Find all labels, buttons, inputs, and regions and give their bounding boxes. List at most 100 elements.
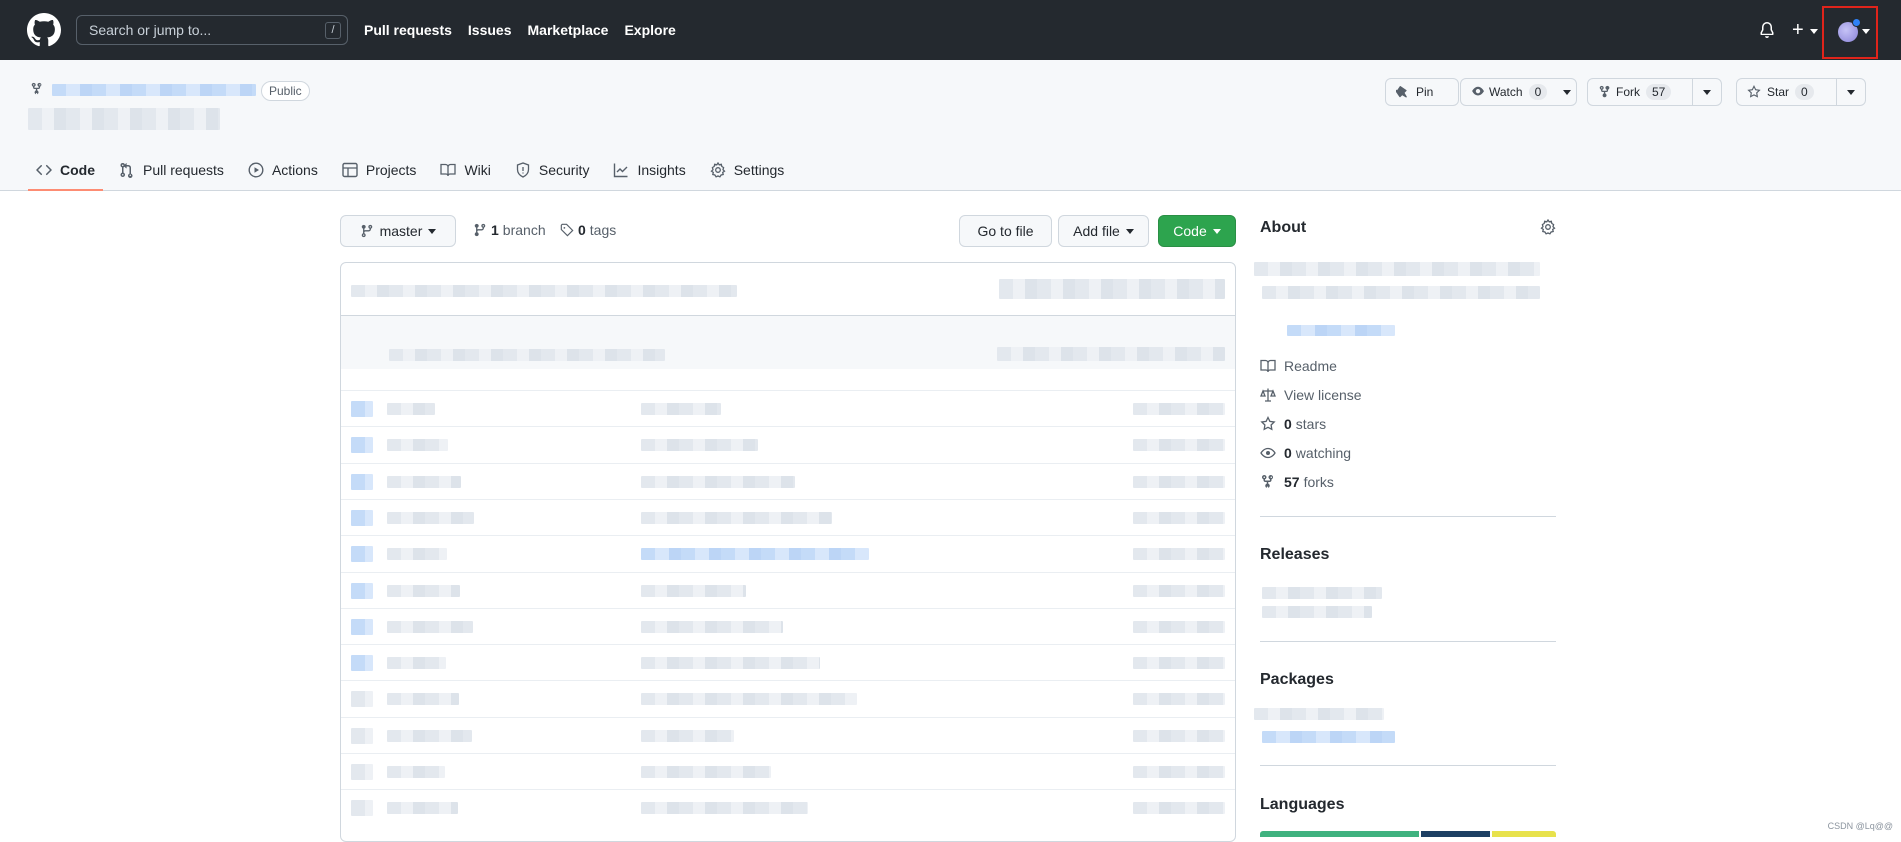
table-row[interactable]	[341, 753, 1235, 789]
commit-message-redacted	[641, 621, 783, 633]
commit-message-redacted	[641, 403, 721, 415]
languages-heading: Languages	[1260, 796, 1344, 814]
website-link-redacted[interactable]	[1287, 325, 1395, 336]
tab-insights[interactable]: Insights	[605, 150, 693, 190]
tags-count-link[interactable]: 0 tags	[560, 222, 616, 238]
readme-label: Readme	[1284, 358, 1337, 374]
go-to-file-button[interactable]: Go to file	[959, 215, 1052, 247]
code-caret-icon	[1213, 229, 1221, 234]
table-row[interactable]	[341, 572, 1235, 608]
branch-count-link[interactable]: 1 branch	[473, 222, 546, 238]
commit-meta-redacted[interactable]	[997, 347, 1225, 361]
file-name-redacted	[387, 512, 474, 524]
commit-age-redacted	[1133, 621, 1225, 633]
table-row[interactable]	[341, 390, 1235, 426]
packages-link-redacted[interactable]	[1262, 731, 1395, 743]
pin-button[interactable]: Pin	[1385, 78, 1459, 106]
branch-select-button[interactable]: master	[340, 215, 456, 247]
file-name-redacted	[387, 766, 445, 778]
tab-insights-label: Insights	[637, 162, 685, 178]
code-button[interactable]: Code	[1158, 215, 1236, 247]
tab-pull-requests[interactable]: Pull requests	[111, 150, 232, 190]
forks-count: 57	[1284, 474, 1300, 490]
forks-link[interactable]: 57 forks	[1260, 474, 1334, 490]
releases-redacted-2	[1262, 606, 1372, 618]
bell-icon[interactable]	[1759, 21, 1775, 39]
book-icon	[440, 162, 456, 178]
stars-count: 0	[1284, 416, 1292, 432]
global-nav: Pull requests Issues Marketplace Explore	[364, 0, 676, 60]
nav-marketplace[interactable]: Marketplace	[528, 22, 609, 38]
packages-redacted	[1254, 708, 1384, 720]
tab-settings[interactable]: Settings	[702, 150, 793, 190]
commit-message-redacted	[641, 730, 734, 742]
nav-explore[interactable]: Explore	[624, 22, 675, 38]
search-input[interactable]	[77, 16, 347, 44]
commit-message-redacted	[641, 766, 771, 778]
table-icon	[342, 162, 358, 178]
table-row[interactable]	[341, 463, 1235, 499]
latest-commit-redacted[interactable]	[389, 349, 665, 361]
repo-name-redacted[interactable]	[52, 84, 256, 96]
sidebar-divider	[1260, 516, 1556, 517]
releases-heading[interactable]: Releases	[1260, 546, 1329, 564]
commit-message-redacted	[641, 476, 795, 488]
folder-icon	[351, 474, 373, 490]
folder-icon	[351, 619, 373, 635]
tab-wiki[interactable]: Wiki	[432, 150, 498, 190]
fork-source-redacted[interactable]	[28, 108, 220, 130]
license-label: View license	[1284, 387, 1362, 403]
gear-icon[interactable]	[1540, 219, 1556, 235]
tab-code[interactable]: Code	[28, 150, 103, 190]
sidebar-divider	[1260, 641, 1556, 642]
table-row[interactable]	[341, 717, 1235, 753]
packages-heading[interactable]: Packages	[1260, 671, 1334, 689]
file-name-redacted	[387, 693, 459, 705]
tag-icon	[560, 223, 574, 237]
table-row[interactable]	[341, 535, 1235, 571]
readme-link[interactable]: Readme	[1260, 358, 1337, 374]
language-bar-segment[interactable]	[1421, 831, 1490, 837]
table-row[interactable]	[341, 789, 1235, 825]
watching-link[interactable]: 0 watching	[1260, 445, 1351, 461]
repo-tabs: Code Pull requests Actions Projects Wiki…	[28, 150, 800, 190]
star-button[interactable]: Star 0	[1736, 78, 1866, 106]
search-box[interactable]: /	[76, 15, 348, 45]
star-icon	[1747, 85, 1761, 99]
branch-name: master	[380, 223, 423, 239]
tab-actions[interactable]: Actions	[240, 150, 326, 190]
gear-icon	[710, 162, 726, 178]
tab-projects[interactable]: Projects	[334, 150, 425, 190]
tab-security[interactable]: Security	[507, 150, 598, 190]
folder-icon	[351, 401, 373, 417]
license-link[interactable]: View license	[1260, 387, 1362, 403]
create-new-button[interactable]: +	[1792, 20, 1804, 40]
nav-pull-requests[interactable]: Pull requests	[364, 22, 452, 38]
commit-age-redacted	[1133, 730, 1225, 742]
github-logo-icon[interactable]	[27, 13, 61, 47]
user-menu-highlight[interactable]	[1822, 6, 1878, 59]
visibility-badge: Public	[261, 81, 310, 101]
table-row[interactable]	[341, 608, 1235, 644]
language-bar-segment[interactable]	[1260, 831, 1419, 837]
commit-message-redacted	[641, 548, 869, 560]
go-to-file-label: Go to file	[977, 223, 1033, 239]
table-row[interactable]	[341, 426, 1235, 462]
watch-button[interactable]: Watch 0	[1460, 78, 1577, 106]
nav-issues[interactable]: Issues	[468, 22, 512, 38]
search-shortcut-hint: /	[325, 22, 341, 39]
user-caret-icon	[1862, 29, 1870, 34]
pull-request-icon	[119, 162, 135, 178]
fork-button[interactable]: Fork 57	[1587, 78, 1722, 106]
table-row[interactable]	[341, 644, 1235, 680]
table-row[interactable]	[341, 499, 1235, 535]
contribute-redacted[interactable]	[999, 279, 1225, 299]
branch-icon	[473, 223, 487, 237]
add-file-caret-icon	[1126, 229, 1134, 234]
add-file-button[interactable]: Add file	[1058, 215, 1149, 247]
fork-count: 57	[1646, 84, 1671, 100]
pin-icon	[1396, 85, 1410, 99]
table-row[interactable]	[341, 680, 1235, 716]
stars-link[interactable]: 0 stars	[1260, 416, 1326, 432]
language-bar-segment[interactable]	[1492, 831, 1556, 837]
